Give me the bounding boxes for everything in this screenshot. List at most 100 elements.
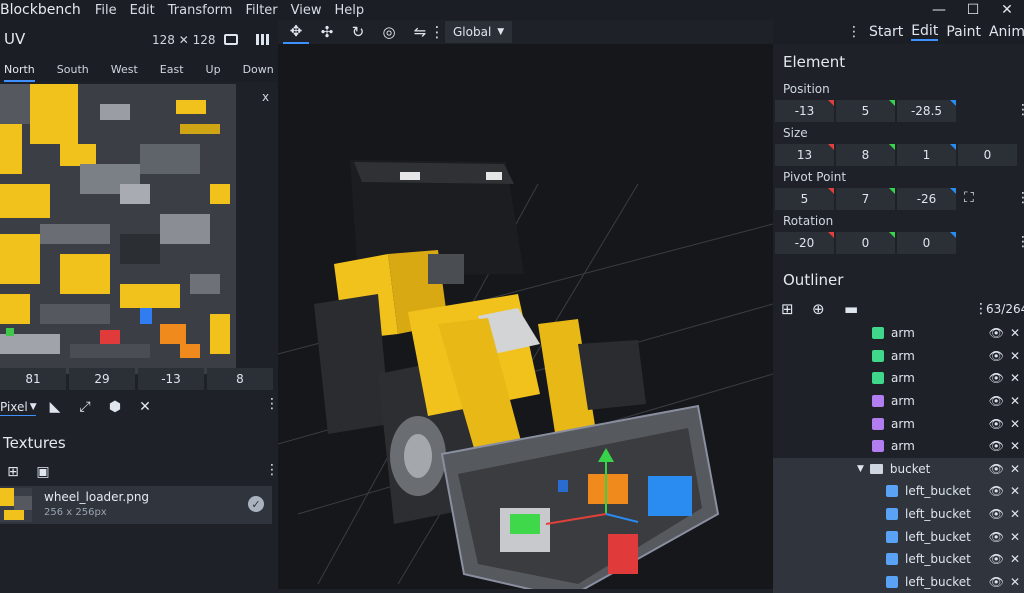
lock-toggle-icon[interactable]: ✕ [1010,575,1020,589]
pivot-x-input[interactable]: 5 [775,188,834,210]
more-icon[interactable]: ⋮ [265,462,279,478]
uv-close-label[interactable]: x [262,90,269,104]
visibility-icon[interactable]: 👁 [989,552,1004,566]
tab-paint[interactable]: Paint [946,24,981,40]
more-icon[interactable]: ⋮ [430,20,445,44]
lock-toggle-icon[interactable]: ✕ [1010,507,1020,521]
outliner-group-row[interactable]: ▼ bucket 👁 ✕ [773,457,1024,481]
tab-north[interactable]: North [4,58,35,82]
inflate-input[interactable]: 0 [958,144,1017,166]
menu-transform[interactable]: Transform [168,3,233,18]
lock-toggle-icon[interactable]: ✕ [1010,462,1020,476]
uv-mode-select[interactable]: Pixel ▼ [0,398,37,416]
visibility-icon[interactable]: 👁 [989,507,1004,521]
outliner-row[interactable]: arm 👁 ✕ [773,390,1024,413]
more-icon[interactable]: ⋮ [1018,146,1024,162]
more-icon[interactable]: ⋮ [1016,190,1024,206]
uv-size-label[interactable]: 128 ✕ 128 [152,33,216,47]
minimize-button[interactable]: — [922,0,956,20]
chevron-down-icon[interactable]: ▼ [857,464,864,474]
3d-viewport[interactable]: ✥ ✣ ↻ ◎ ⇋ ⋮ Global ▼ [278,20,773,589]
visibility-icon[interactable]: 👁 [989,394,1004,408]
outliner-row[interactable]: arm 👁 ✕ [773,435,1024,458]
pivot-y-input[interactable]: 7 [836,188,895,210]
more-icon[interactable]: ⋮ [847,24,861,40]
outliner-row[interactable]: left_bucket 👁 ✕ [773,525,1024,548]
fullscreen-icon[interactable] [224,34,238,45]
outliner-row[interactable]: left_bucket 👁 ✕ [773,570,1024,593]
position-z-input[interactable]: -28.5 [897,100,956,122]
tab-start[interactable]: Start [869,24,903,40]
maximize-button[interactable]: ☐ [956,0,990,20]
lock-toggle-icon[interactable]: ✕ [1010,394,1020,408]
uv-input-h[interactable]: 8 [207,368,273,390]
tab-down[interactable]: Down [243,58,274,82]
more-icon[interactable]: ⋮ [1016,234,1024,250]
uv-input-y[interactable]: 29 [69,368,135,390]
checkmark-icon[interactable]: ✓ [248,496,264,512]
lock-toggle-icon[interactable]: ✕ [1010,326,1020,340]
position-y-input[interactable]: 5 [836,100,895,122]
lock-toggle-icon[interactable]: ✕ [1010,439,1020,453]
visibility-icon[interactable]: 👁 [989,371,1004,385]
lock-toggle-icon[interactable]: ✕ [1010,349,1020,363]
tab-up[interactable]: Up [206,58,221,82]
more-icon[interactable]: ⋮ [1016,102,1024,118]
visibility-icon[interactable]: 👁 [989,439,1004,453]
menu-file[interactable]: File [95,3,117,18]
maximize-icon[interactable]: ⤢ [74,396,96,418]
size-y-input[interactable]: 8 [836,144,895,166]
outliner-row[interactable]: arm 👁 ✕ [773,412,1024,435]
visibility-icon[interactable]: 👁 [989,417,1004,431]
size-x-input[interactable]: 13 [775,144,834,166]
auto-uv-icon[interactable]: ⬢ [104,396,126,418]
grid-icon[interactable] [256,34,270,45]
position-x-input[interactable]: -13 [775,100,834,122]
visibility-icon[interactable]: 👁 [989,326,1004,340]
visibility-icon[interactable]: 👁 [989,575,1004,589]
outliner-row[interactable]: arm 👁 ✕ [773,322,1024,345]
uv-texture-canvas[interactable] [0,84,236,374]
menu-help[interactable]: Help [335,3,365,18]
center-pivot-icon[interactable]: ⛶ [964,190,974,206]
lock-toggle-icon[interactable]: ✕ [1010,552,1020,566]
outliner-row[interactable]: arm 👁 ✕ [773,367,1024,390]
more-icon[interactable]: ⋮ [265,396,279,412]
menu-edit[interactable]: Edit [130,3,155,18]
tab-animate[interactable]: Animate [989,24,1024,40]
visibility-icon[interactable]: 👁 [989,530,1004,544]
close-window-button[interactable]: ✕ [990,0,1024,20]
move-tool-icon[interactable]: ✥ [283,20,309,44]
visibility-icon[interactable]: 👁 [989,349,1004,363]
uv-input-x[interactable]: 81 [0,368,66,390]
outliner-row[interactable]: arm 👁 ✕ [773,345,1024,368]
size-z-input[interactable]: 1 [897,144,956,166]
lock-toggle-icon[interactable]: ✕ [1010,371,1020,385]
lock-toggle-icon[interactable]: ✕ [1010,484,1020,498]
rotation-z-input[interactable]: 0 [897,232,956,254]
tab-east[interactable]: East [160,58,184,82]
outliner-row[interactable]: left_bucket 👁 ✕ [773,480,1024,503]
add-texture-icon[interactable]: ⊞ [2,461,24,483]
add-cube-icon[interactable]: ⊞ [781,300,794,318]
outliner-row[interactable]: left_bucket 👁 ✕ [773,502,1024,526]
menu-filter[interactable]: Filter [245,3,277,18]
outliner-row[interactable]: left_bucket 👁 ✕ [773,547,1024,571]
add-group-icon[interactable]: ⊕ [812,300,825,318]
lock-toggle-icon[interactable]: ✕ [1010,530,1020,544]
rotation-y-input[interactable]: 0 [836,232,895,254]
rotate-tool-icon[interactable]: ↻ [345,20,371,44]
pivot-tool-icon[interactable]: ◎ [376,20,402,44]
pivot-z-input[interactable]: -26 [897,188,956,210]
collapse-icon[interactable]: ▬ [844,300,858,318]
visibility-icon[interactable]: 👁 [989,462,1004,476]
uv-input-w[interactable]: -13 [138,368,204,390]
visibility-icon[interactable]: 👁 [989,484,1004,498]
rotation-x-input[interactable]: -20 [775,232,834,254]
menu-view[interactable]: View [291,3,322,18]
texture-list-item[interactable]: wheel_loader.png 256 x 256px ✓ [0,486,272,524]
transform-space-select[interactable]: Global ▼ [445,21,513,43]
tab-south[interactable]: South [57,58,89,82]
import-texture-icon[interactable]: ▣ [32,461,54,483]
lock-toggle-icon[interactable]: ✕ [1010,417,1020,431]
